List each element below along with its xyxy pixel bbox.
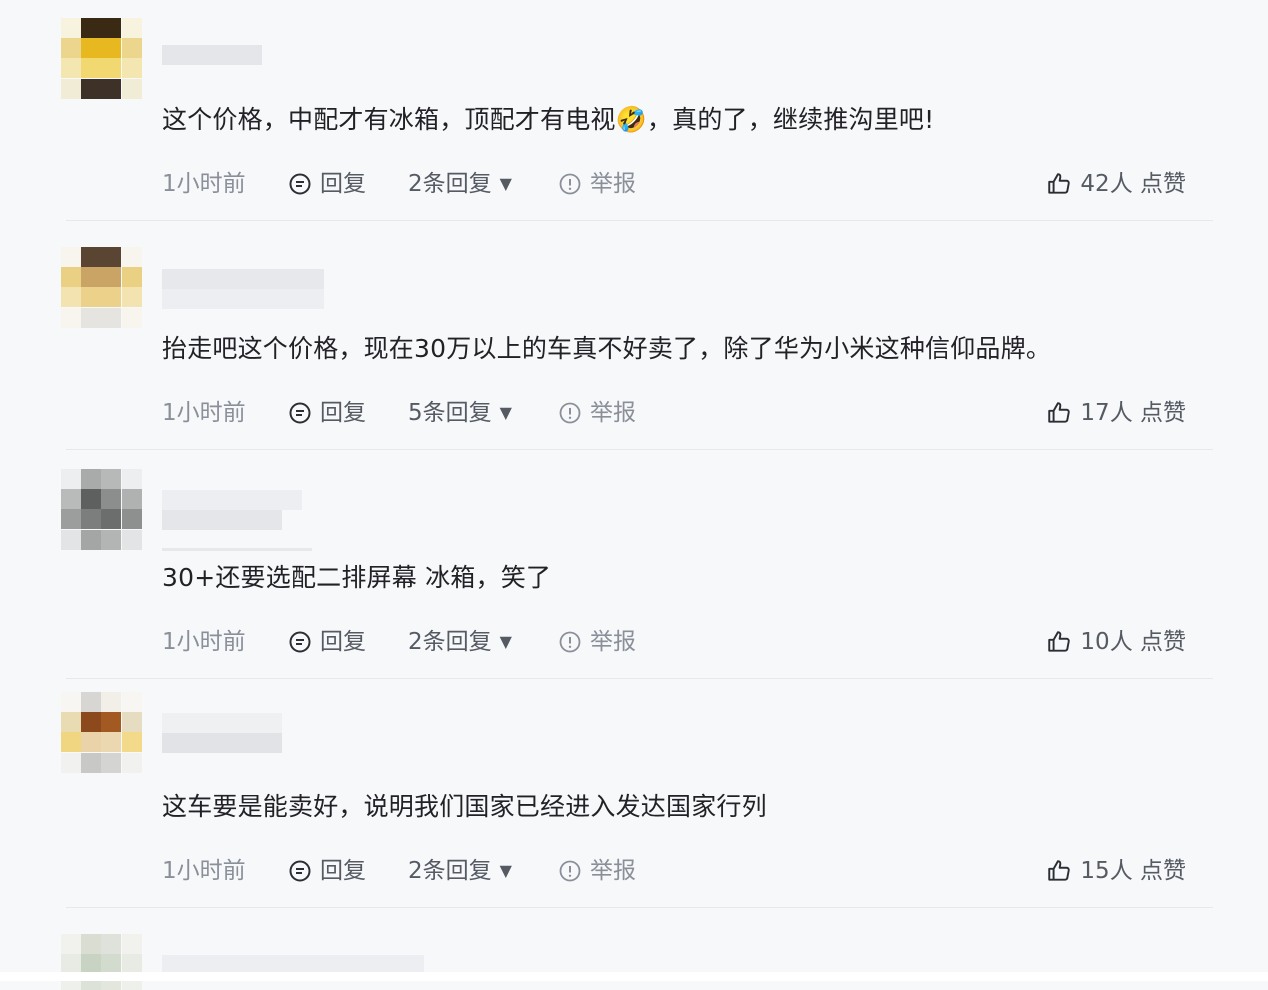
caret-down-icon: ▼ [499, 403, 512, 422]
comment-bubble-icon [289, 402, 311, 424]
replies-count: 2条回复 [408, 629, 492, 655]
comment-text: 抬走吧这个价格，现在30万以上的车真不好卖了，除了华为小米这种信仰品牌。 [162, 334, 1052, 363]
comment-text: 这个价格，中配才有冰箱，顶配才有电视🤣，真的了，继续推沟里吧! [162, 105, 935, 134]
divider [66, 907, 1213, 908]
report-button[interactable]: 举报 [558, 625, 636, 659]
reply-button[interactable]: 回复 [288, 625, 366, 659]
like-button[interactable]: 10人 点赞 [1046, 625, 1186, 659]
warning-circle-icon [559, 860, 581, 882]
comment-list: 这个价格，中配才有冰箱，顶配才有电视🤣，真的了，继续推沟里吧! 1小时前 回复 … [0, 0, 1268, 990]
comment-bubble-icon [289, 173, 311, 195]
divider [66, 678, 1213, 679]
comment-time: 1小时前 [162, 171, 246, 197]
report-button[interactable]: 举报 [558, 167, 636, 201]
comment-text: 这车要是能卖好，说明我们国家已经进入发达国家行列 [162, 792, 767, 821]
reply-button[interactable]: 回复 [288, 396, 366, 430]
replies-count: 2条回复 [408, 858, 492, 884]
view-replies-dropdown[interactable]: 2条回复 ▼ [408, 167, 512, 201]
reply-button[interactable]: 回复 [288, 854, 366, 888]
likes-count: 42人 点赞 [1080, 171, 1186, 197]
report-button[interactable]: 举报 [558, 396, 636, 430]
user-avatar[interactable] [61, 247, 142, 328]
comment-bubble-icon [289, 631, 311, 653]
likes-count: 17人 点赞 [1080, 400, 1186, 426]
comment-time: 1小时前 [162, 629, 246, 655]
user-avatar[interactable] [61, 18, 142, 99]
user-avatar[interactable] [61, 692, 142, 773]
comment-actions: 1小时前 回复 2条回复 ▼ 举报 15人 点赞 [0, 854, 1268, 888]
view-replies-dropdown[interactable]: 2条回复 ▼ [408, 625, 512, 659]
like-button[interactable]: 15人 点赞 [1046, 854, 1186, 888]
thumbs-up-icon [1048, 631, 1071, 652]
report-label: 举报 [590, 171, 636, 197]
reply-label: 回复 [320, 400, 366, 426]
warning-circle-icon [559, 631, 581, 653]
likes-count: 10人 点赞 [1080, 629, 1186, 655]
like-button[interactable]: 42人 点赞 [1046, 167, 1186, 201]
comment-time: 1小时前 [162, 400, 246, 426]
reply-label: 回复 [320, 858, 366, 884]
user-avatar[interactable] [61, 469, 142, 550]
warning-circle-icon [559, 173, 581, 195]
reply-label: 回复 [320, 171, 366, 197]
report-label: 举报 [590, 858, 636, 884]
replies-count: 2条回复 [408, 171, 492, 197]
viewport-bottom-edge [0, 972, 1268, 981]
likes-count: 15人 点赞 [1080, 858, 1186, 884]
report-label: 举报 [590, 629, 636, 655]
report-label: 举报 [590, 400, 636, 426]
warning-circle-icon [559, 402, 581, 424]
replies-count: 5条回复 [408, 400, 492, 426]
report-button[interactable]: 举报 [558, 854, 636, 888]
view-replies-dropdown[interactable]: 2条回复 ▼ [408, 854, 512, 888]
comment-text: 30+还要选配二排屏幕 冰箱，笑了 [162, 563, 552, 592]
caret-down-icon: ▼ [499, 174, 512, 193]
view-replies-dropdown[interactable]: 5条回复 ▼ [408, 396, 512, 430]
like-button[interactable]: 17人 点赞 [1046, 396, 1186, 430]
comment-bubble-icon [289, 860, 311, 882]
user-avatar[interactable] [61, 934, 142, 990]
comment-time: 1小时前 [162, 858, 246, 884]
divider [66, 449, 1213, 450]
thumbs-up-icon [1048, 173, 1071, 194]
thumbs-up-icon [1048, 860, 1071, 881]
comment-actions: 1小时前 回复 2条回复 ▼ 举报 10人 点赞 [0, 625, 1268, 659]
comment-actions: 1小时前 回复 2条回复 ▼ 举报 42人 点赞 [0, 167, 1268, 201]
thumbs-up-icon [1048, 402, 1071, 423]
reply-label: 回复 [320, 629, 366, 655]
caret-down-icon: ▼ [499, 861, 512, 880]
reply-button[interactable]: 回复 [288, 167, 366, 201]
comment-actions: 1小时前 回复 5条回复 ▼ 举报 17人 点赞 [0, 396, 1268, 430]
divider [66, 220, 1213, 221]
caret-down-icon: ▼ [499, 632, 512, 651]
